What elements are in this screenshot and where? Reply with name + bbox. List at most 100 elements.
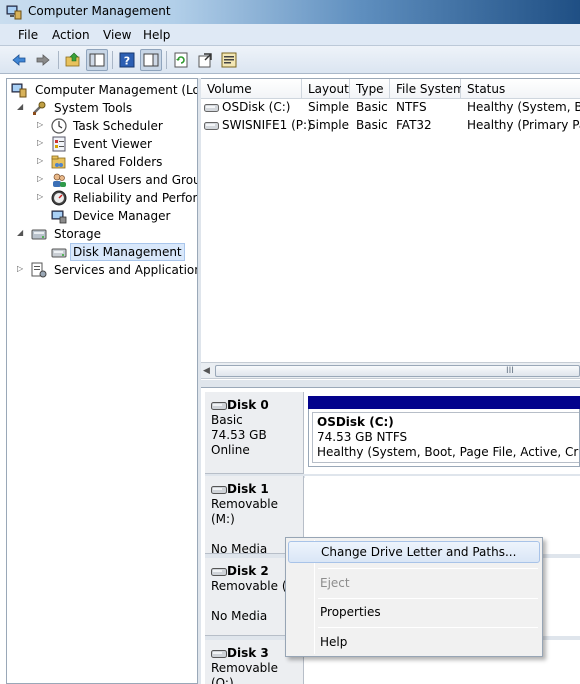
volume-status: Healthy (Primary Part	[467, 118, 580, 132]
tree-label: System Tools	[54, 101, 133, 115]
pane-splitter-horizontal[interactable]	[201, 380, 580, 388]
removable-disk-icon	[211, 485, 227, 494]
tree-label: Device Manager	[73, 209, 171, 223]
column-header-layout[interactable]: Layout	[302, 79, 350, 99]
export-list-button[interactable]	[194, 49, 216, 71]
volume-list: Volume Layout Type File System Status OS…	[201, 78, 580, 380]
show-hide-tree-button[interactable]	[86, 49, 108, 71]
context-menu: Change Drive Letter and Paths... Eject P…	[285, 537, 543, 657]
volume-layout: Simple	[308, 100, 349, 114]
tree-label: Local Users and Groups	[73, 173, 197, 187]
event-viewer-icon	[52, 136, 66, 152]
collapse-arrow-icon[interactable]: ◢	[17, 228, 27, 240]
back-button[interactable]	[8, 49, 30, 71]
column-header-status[interactable]: Status	[461, 79, 580, 99]
disk-name: Disk 2	[227, 564, 269, 578]
refresh-icon	[174, 52, 188, 68]
volume-status: Healthy (System, Boo	[467, 100, 580, 114]
menu-bar: File Action View Help	[0, 24, 580, 46]
toolbar-separator	[58, 51, 59, 69]
tree-label: Disk Management	[70, 243, 185, 261]
tree-label: Services and Applications	[54, 263, 198, 277]
properties-icon	[221, 52, 237, 68]
console-tree: Computer Management (Local ◢ System Tool…	[6, 78, 198, 684]
menu-separator	[318, 627, 538, 628]
computer-management-icon	[6, 5, 22, 20]
tree-item-event-viewer[interactable]: ▷ Event Viewer	[11, 135, 197, 153]
tree-item-task-scheduler[interactable]: ▷ Task Scheduler	[11, 117, 197, 135]
volume-name: SWISNIFE1 (P:)	[222, 118, 312, 132]
expand-arrow-icon[interactable]: ▷	[37, 156, 47, 168]
disk-size: 74.53 GB	[211, 428, 267, 442]
menu-item-change-drive-letter[interactable]: Change Drive Letter and Paths...	[288, 541, 540, 563]
device-manager-icon	[51, 210, 67, 224]
disk-0-info[interactable]: Disk 0 Basic 74.53 GB Online	[205, 392, 304, 474]
disk-state: Online	[211, 443, 250, 457]
menu-file[interactable]: File	[16, 28, 40, 42]
partition-status: Healthy (System, Boot, Page File, Active…	[317, 445, 579, 459]
partition-osdisk[interactable]: OSDisk (C:) 74.53 GB NTFS Healthy (Syste…	[308, 409, 580, 467]
tree-label: Event Viewer	[73, 137, 152, 151]
menu-separator	[318, 568, 538, 569]
table-row[interactable]: SWISNIFE1 (P:) Simple Basic FAT32 Health…	[201, 117, 580, 135]
properties-button[interactable]	[218, 49, 240, 71]
show-action-pane-button[interactable]	[140, 49, 162, 71]
expand-arrow-icon[interactable]: ▷	[37, 174, 47, 186]
scroll-left-arrow-icon[interactable]: ◀	[203, 366, 210, 376]
disk-type: Removable (M:)	[211, 497, 279, 526]
column-header-file-system[interactable]: File System	[390, 79, 465, 99]
expand-arrow-icon[interactable]: ▷	[17, 264, 27, 276]
services-icon	[31, 262, 47, 278]
tree-item-system-tools[interactable]: ◢ System Tools	[11, 99, 197, 117]
users-icon	[53, 173, 66, 187]
partition-details: OSDisk (C:) 74.53 GB NTFS Healthy (Syste…	[312, 412, 579, 463]
menu-item-eject[interactable]: Eject	[288, 572, 540, 594]
forward-arrow-icon	[36, 54, 50, 66]
tree-label: Reliability and Performa	[73, 191, 198, 205]
toolbar: ?	[0, 46, 580, 74]
menu-action[interactable]: Action	[50, 28, 92, 42]
volume-name: OSDisk (C:)	[222, 100, 291, 114]
help-button[interactable]: ?	[116, 49, 138, 71]
scrollbar-thumb[interactable]: III	[215, 365, 580, 377]
tree-item-computer-management[interactable]: Computer Management (Local	[11, 81, 197, 99]
menu-view[interactable]: View	[101, 28, 133, 42]
tree-label: Storage	[54, 227, 101, 241]
tree-item-reliability-performance[interactable]: ▷ Reliability and Performa	[11, 189, 198, 207]
removable-disk-icon	[211, 567, 227, 576]
storage-icon	[31, 229, 47, 240]
partition-size: 74.53 GB NTFS	[317, 430, 408, 444]
volume-file-system: FAT32	[396, 118, 432, 132]
expand-arrow-icon[interactable]: ▷	[37, 138, 47, 150]
tree-item-storage[interactable]: ◢ Storage	[11, 225, 197, 243]
show-action-pane-icon	[143, 53, 159, 67]
back-arrow-icon	[12, 54, 26, 66]
tree-item-shared-folders[interactable]: ▷ Shared Folders	[11, 153, 197, 171]
title-bar[interactable]: Computer Management	[0, 0, 580, 24]
menu-help[interactable]: Help	[141, 28, 172, 42]
toolbar-separator	[112, 51, 113, 69]
tree-item-device-manager[interactable]: Device Manager	[11, 207, 197, 225]
performance-gauge-icon	[51, 190, 67, 206]
table-row[interactable]: OSDisk (C:) Simple Basic NTFS Healthy (S…	[201, 99, 580, 117]
partition-name: OSDisk (C:)	[317, 415, 394, 429]
expand-arrow-icon[interactable]: ▷	[37, 120, 47, 132]
disk-name: Disk 3	[227, 646, 269, 660]
tree-item-local-users-groups[interactable]: ▷ Local Users and Groups	[11, 171, 197, 189]
column-header-type[interactable]: Type	[350, 79, 390, 99]
up-one-level-button[interactable]	[62, 49, 84, 71]
tree-item-services-applications[interactable]: ▷ Services and Applications	[11, 261, 198, 279]
tree-item-disk-management[interactable]: Disk Management	[11, 243, 197, 261]
svg-text:?: ?	[124, 55, 130, 68]
horizontal-scrollbar[interactable]: ◀ III	[201, 362, 580, 379]
column-header-volume[interactable]: Volume	[201, 79, 302, 99]
tree-label: Task Scheduler	[73, 119, 163, 133]
menu-item-properties[interactable]: Properties	[288, 601, 540, 623]
drive-icon	[204, 104, 219, 112]
forward-button[interactable]	[32, 49, 54, 71]
tree-label: Shared Folders	[73, 155, 163, 169]
collapse-arrow-icon[interactable]: ◢	[17, 102, 27, 114]
menu-item-help[interactable]: Help	[288, 631, 540, 653]
expand-arrow-icon[interactable]: ▷	[37, 192, 47, 204]
refresh-button[interactable]	[170, 49, 192, 71]
